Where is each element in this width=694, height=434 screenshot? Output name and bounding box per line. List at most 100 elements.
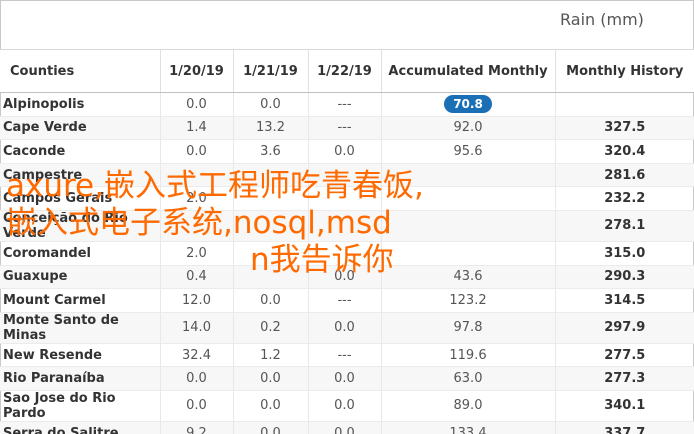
day-1-value: 2.0 — [159, 186, 233, 211]
day-1-value: 0.0 — [159, 139, 233, 164]
history-value: 314.5 — [554, 288, 694, 313]
county-name: Sao Jose do Rio Pardo — [0, 390, 160, 422]
table-row: Mount Carmel 12.0 0.0 --- 123.2 314.5 — [0, 288, 694, 313]
day-2-value: 1.2 — [232, 343, 308, 368]
day-2-value — [232, 186, 308, 211]
accumulated-value: 92.0 — [380, 116, 555, 141]
day-2-value: 0.0 — [232, 390, 308, 422]
county-name: Cape Verde — [0, 116, 160, 141]
county-name: Alpinopolis — [0, 92, 160, 117]
day-1-value: 12.0 — [159, 288, 233, 313]
history-value: 277.3 — [554, 366, 694, 391]
day-2-value: 0.2 — [232, 312, 308, 344]
accumulated-value: 43.6 — [380, 265, 555, 290]
day-1-value: 14.0 — [159, 312, 233, 344]
table-row: Coromandel 2.0 315.0 — [0, 241, 694, 266]
table-row: Caconde 0.0 3.6 0.0 95.6 320.4 — [0, 139, 694, 164]
county-name: Rio Paranaíba — [0, 366, 160, 391]
day-1-value: 0.0 — [159, 390, 233, 422]
table-row: New Resende 32.4 1.2 --- 119.6 277.5 — [0, 343, 694, 368]
header-counties[interactable]: Counties — [0, 49, 160, 93]
day-3-value: 0.0 — [307, 312, 381, 344]
history-value: 232.2 — [554, 186, 694, 211]
history-value: 277.5 — [554, 343, 694, 368]
day-3-value: 0.0 — [307, 265, 381, 290]
county-name: Serra do Salitre — [0, 421, 160, 434]
header-date-2[interactable]: 1/21/19 — [232, 49, 308, 93]
highlight-badge: 70.8 — [444, 95, 492, 114]
day-3-value — [307, 186, 381, 211]
table-row: Alpinopolis 0.0 0.0 --- 70.8 — [0, 92, 694, 117]
rainfall-table: Counties 1/20/19 1/21/19 1/22/19 Accumul… — [0, 49, 694, 434]
day-3-value: 0.0 — [307, 366, 381, 391]
county-name: Caconde — [0, 139, 160, 164]
table-row: Sao Jose do Rio Pardo 0.0 0.0 0.0 89.0 340.1 — [0, 390, 694, 422]
accumulated-value: 133.4 — [380, 421, 555, 434]
day-3-value — [307, 210, 381, 242]
day-3-value: --- — [307, 343, 381, 368]
county-name: Conceição do Rio Verde — [0, 210, 160, 242]
day-1-value — [159, 210, 233, 242]
day-2-value: 0.0 — [232, 288, 308, 313]
day-3-value: --- — [307, 92, 381, 117]
history-value: 290.3 — [554, 265, 694, 290]
day-1-value: 0.4 — [159, 265, 233, 290]
history-value: 297.9 — [554, 312, 694, 344]
table-row: Cape Verde 1.4 13.2 --- 92.0 327.5 — [0, 116, 694, 141]
day-3-value — [307, 163, 381, 188]
history-value: 337.7 — [554, 421, 694, 434]
header-monthly-history[interactable]: Monthly History — [554, 49, 694, 93]
day-3-value: 0.0 — [307, 390, 381, 422]
day-1-value — [159, 163, 233, 188]
county-name: Coromandel — [0, 241, 160, 266]
county-name: Monte Santo de Minas — [0, 312, 160, 344]
accumulated-value — [380, 210, 555, 242]
accumulated-value: 95.6 — [380, 139, 555, 164]
day-3-value: 0.0 — [307, 421, 381, 434]
table-row: Rio Paranaíba 0.0 0.0 0.0 63.0 277.3 — [0, 366, 694, 391]
table-row: Conceição do Rio Verde 278.1 — [0, 210, 694, 242]
table-row: Guaxupe 0.4 0.0 43.6 290.3 — [0, 265, 694, 290]
accumulated-value: 70.8 — [380, 92, 555, 117]
county-name: Campestre — [0, 163, 160, 188]
county-name: Campos Gerais — [0, 186, 160, 211]
history-value: 315.0 — [554, 241, 694, 266]
accumulated-value: 119.6 — [380, 343, 555, 368]
header-row: Counties 1/20/19 1/21/19 1/22/19 Accumul… — [0, 49, 694, 93]
header-accumulated-monthly[interactable]: Accumulated Monthly — [380, 49, 555, 93]
day-3-value — [307, 241, 381, 266]
accumulated-value — [380, 163, 555, 188]
history-value: 327.5 — [554, 116, 694, 141]
history-value: 340.1 — [554, 390, 694, 422]
day-2-value: 13.2 — [232, 116, 308, 141]
accumulated-value: 123.2 — [380, 288, 555, 313]
history-value: 278.1 — [554, 210, 694, 242]
day-2-value: 0.0 — [232, 366, 308, 391]
day-2-value — [232, 265, 308, 290]
table-row: Campos Gerais 2.0 232.2 — [0, 186, 694, 211]
day-1-value: 32.4 — [159, 343, 233, 368]
day-2-value: 3.6 — [232, 139, 308, 164]
table-row: Campestre 281.6 — [0, 163, 694, 188]
day-2-value — [232, 241, 308, 266]
county-name: Mount Carmel — [0, 288, 160, 313]
accumulated-value — [380, 241, 555, 266]
header-date-1[interactable]: 1/20/19 — [159, 49, 233, 93]
rain-group-label: Rain (mm) — [560, 10, 644, 29]
day-2-value: 0.0 — [232, 92, 308, 117]
table-row: Monte Santo de Minas 14.0 0.2 0.0 97.8 297.9 — [0, 312, 694, 344]
day-1-value: 2.0 — [159, 241, 233, 266]
day-1-value: 0.0 — [159, 366, 233, 391]
county-name: Guaxupe — [0, 265, 160, 290]
accumulated-value: 63.0 — [380, 366, 555, 391]
day-2-value: 0.0 — [232, 421, 308, 434]
day-2-value — [232, 210, 308, 242]
county-name: New Resende — [0, 343, 160, 368]
history-value — [554, 92, 694, 117]
day-1-value: 9.2 — [159, 421, 233, 434]
header-date-3[interactable]: 1/22/19 — [307, 49, 381, 93]
history-value: 320.4 — [554, 139, 694, 164]
history-value: 281.6 — [554, 163, 694, 188]
day-3-value: --- — [307, 288, 381, 313]
accumulated-value — [380, 186, 555, 211]
